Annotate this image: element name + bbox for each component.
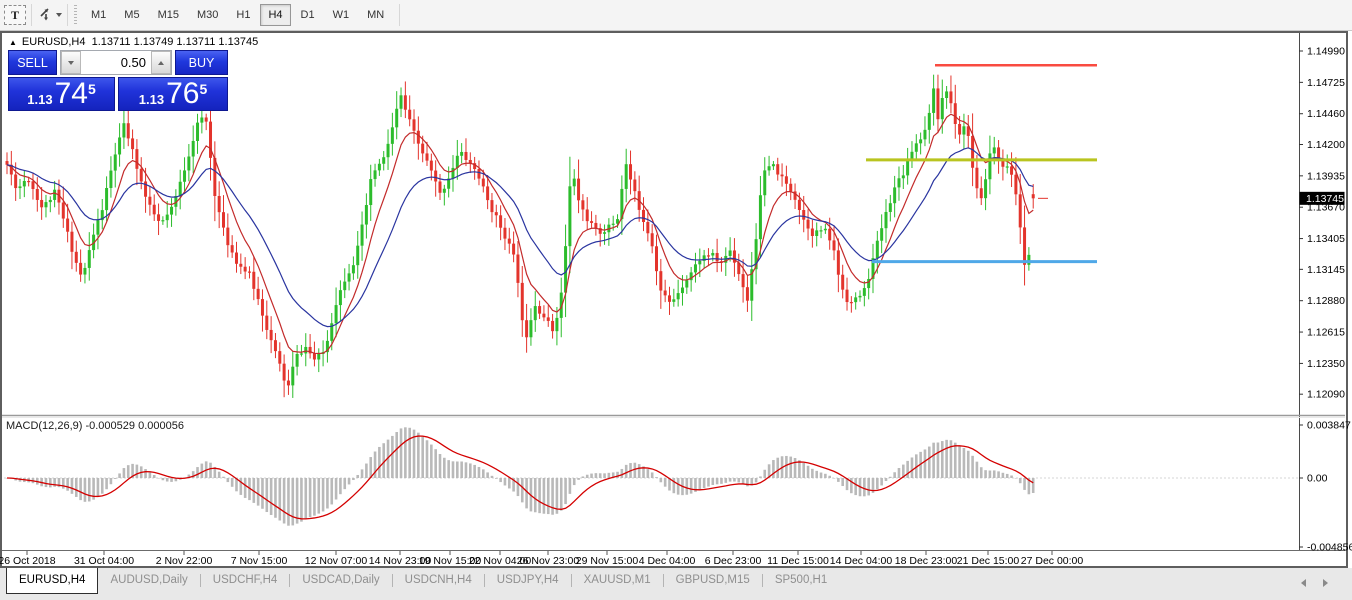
arrow-right-icon bbox=[1322, 579, 1328, 587]
svg-text:1.13935: 1.13935 bbox=[1307, 170, 1345, 182]
toolbar-grip bbox=[74, 5, 77, 25]
buy-price-pip: 5 bbox=[199, 81, 208, 97]
sell-price-panel[interactable]: 1.13 74 5 bbox=[8, 77, 115, 111]
volume-stepper bbox=[60, 50, 172, 75]
timeframe-d1-button[interactable]: D1 bbox=[293, 4, 323, 26]
tab-usdcnh-h4[interactable]: USDCNH,H4 bbox=[393, 568, 484, 592]
svg-text:26 Nov 23:00: 26 Nov 23:00 bbox=[517, 555, 580, 567]
sell-button[interactable]: SELL bbox=[8, 50, 57, 75]
svg-text:26 Oct 2018: 26 Oct 2018 bbox=[0, 555, 56, 567]
chart-tab-bar: EURUSD,H4 AUDUSD,Daily USDCHF,H4 USDCAD,… bbox=[0, 568, 1352, 600]
svg-text:1.12615: 1.12615 bbox=[1307, 327, 1345, 339]
svg-text:1.12880: 1.12880 bbox=[1307, 295, 1345, 307]
svg-text:29 Nov 15:00: 29 Nov 15:00 bbox=[576, 555, 639, 567]
svg-text:1.14200: 1.14200 bbox=[1307, 139, 1345, 151]
tab-sp500-h1[interactable]: SP500,H1 bbox=[763, 568, 839, 592]
volume-decrease-button[interactable] bbox=[61, 51, 81, 74]
toolbar-separator bbox=[399, 4, 401, 26]
svg-text:1.13145: 1.13145 bbox=[1307, 264, 1345, 276]
svg-text:6 Dec 23:00: 6 Dec 23:00 bbox=[705, 555, 762, 567]
timeframe-m1-button[interactable]: M1 bbox=[83, 4, 114, 26]
timeframe-m30-button[interactable]: M30 bbox=[189, 4, 226, 26]
svg-text:1.14990: 1.14990 bbox=[1307, 46, 1345, 58]
svg-text:1.14460: 1.14460 bbox=[1307, 108, 1345, 120]
tab-usdcad-daily[interactable]: USDCAD,Daily bbox=[290, 568, 391, 592]
tab-usdchf-h4[interactable]: USDCHF,H4 bbox=[201, 568, 290, 592]
sell-price-prefix: 1.13 bbox=[27, 92, 53, 107]
svg-text:1.13405: 1.13405 bbox=[1307, 233, 1345, 245]
svg-text:1.12350: 1.12350 bbox=[1307, 358, 1345, 370]
svg-text:1.14725: 1.14725 bbox=[1307, 77, 1345, 89]
volume-input[interactable] bbox=[81, 51, 151, 74]
svg-text:14 Dec 04:00: 14 Dec 04:00 bbox=[830, 555, 893, 567]
svg-text:1.13745: 1.13745 bbox=[1306, 193, 1344, 205]
buy-button[interactable]: BUY bbox=[175, 50, 228, 75]
tab-eurusd-h4[interactable]: EURUSD,H4 bbox=[6, 568, 99, 594]
tab-scroll-left-button[interactable] bbox=[1296, 576, 1310, 590]
arrows-icon bbox=[37, 6, 53, 25]
caret-down-icon bbox=[68, 60, 74, 65]
chart-ohlc-header: ▲ EURUSD,H4 1.13711 1.13749 1.13711 1.13… bbox=[9, 36, 258, 48]
chart-ohlc-text: EURUSD,H4 1.13711 1.13749 1.13711 1.1374… bbox=[21, 36, 259, 48]
timeframe-h1-button[interactable]: H1 bbox=[228, 4, 258, 26]
caret-up-icon bbox=[158, 60, 164, 65]
toolbar-separator bbox=[67, 4, 68, 26]
symbol-marker-icon: ▲ bbox=[9, 37, 17, 47]
svg-text:11 Dec 15:00: 11 Dec 15:00 bbox=[767, 555, 829, 567]
timeframe-m15-button[interactable]: M15 bbox=[150, 4, 187, 26]
timeframe-m5-button[interactable]: M5 bbox=[116, 4, 147, 26]
tab-usdjpy-h4[interactable]: USDJPY,H4 bbox=[485, 568, 571, 592]
buy-price-panel[interactable]: 1.13 76 5 bbox=[118, 77, 228, 111]
tab-gbpusd-m15[interactable]: GBPUSD,M15 bbox=[664, 568, 762, 592]
svg-text:1.12090: 1.12090 bbox=[1307, 389, 1345, 401]
svg-text:4 Dec 04:00: 4 Dec 04:00 bbox=[639, 555, 696, 567]
sell-price-pip: 5 bbox=[87, 81, 96, 97]
svg-text:18 Dec 23:00: 18 Dec 23:00 bbox=[895, 555, 958, 567]
svg-text:2 Nov 22:00: 2 Nov 22:00 bbox=[156, 555, 213, 567]
top-toolbar: T M1 M5 M15 M30 H1 H4 D1 W1 MN bbox=[0, 0, 1352, 31]
svg-text:21 Dec 15:00: 21 Dec 15:00 bbox=[957, 555, 1020, 567]
svg-text:12 Nov 07:00: 12 Nov 07:00 bbox=[305, 555, 368, 567]
volume-increase-button[interactable] bbox=[151, 51, 171, 74]
svg-text:0.00: 0.00 bbox=[1307, 473, 1328, 485]
timeframe-w1-button[interactable]: W1 bbox=[325, 4, 358, 26]
svg-text:-0.004856: -0.004856 bbox=[1307, 542, 1352, 554]
one-click-trading-panel: SELL BUY 1.13 74 5 1.13 76 5 bbox=[8, 50, 229, 111]
arrows-tool-button[interactable] bbox=[37, 5, 62, 25]
buy-price-big: 76 bbox=[166, 77, 200, 110]
sell-price-big: 74 bbox=[54, 77, 88, 110]
tab-scroll-right-button[interactable] bbox=[1318, 576, 1332, 590]
timeframe-mn-button[interactable]: MN bbox=[359, 4, 392, 26]
svg-text:31 Oct 04:00: 31 Oct 04:00 bbox=[74, 555, 134, 567]
arrow-left-icon bbox=[1300, 579, 1306, 587]
timeframe-h4-button[interactable]: H4 bbox=[260, 4, 291, 26]
chevron-down-icon bbox=[56, 13, 62, 17]
tab-audusd-daily[interactable]: AUDUSD,Daily bbox=[98, 568, 199, 592]
svg-text:27 Dec 00:00: 27 Dec 00:00 bbox=[1021, 555, 1084, 567]
toolbar-separator bbox=[31, 4, 32, 26]
buy-price-prefix: 1.13 bbox=[138, 92, 165, 107]
macd-indicator-label: MACD(12,26,9) -0.000529 0.000056 bbox=[6, 420, 184, 432]
svg-text:7 Nov 15:00: 7 Nov 15:00 bbox=[231, 555, 288, 567]
svg-text:0.003847: 0.003847 bbox=[1307, 420, 1351, 432]
tab-xauusd-m1[interactable]: XAUUSD,M1 bbox=[572, 568, 663, 592]
text-label-tool-button[interactable]: T bbox=[4, 5, 26, 25]
